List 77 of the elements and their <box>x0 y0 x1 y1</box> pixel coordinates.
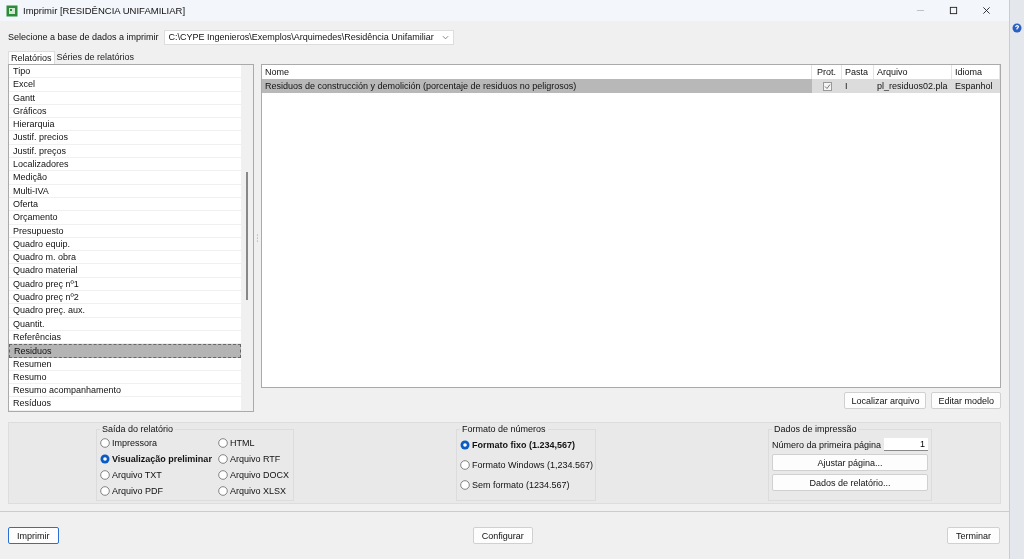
button[interactable]: Editar modelo <box>931 392 1001 409</box>
radio-button[interactable] <box>460 440 470 450</box>
list-item[interactable]: Resíduos <box>9 397 241 411</box>
radio-button[interactable] <box>460 480 470 490</box>
list-item[interactable]: Quadro preç nº2 <box>9 291 241 305</box>
radio-button[interactable] <box>100 470 110 480</box>
list-item[interactable]: Residuos <box>9 344 241 358</box>
list-item[interactable]: Hierarquia <box>9 118 241 132</box>
list-item[interactable]: Justif. precios <box>9 131 241 145</box>
radio-option[interactable]: Visualização preliminar <box>100 451 218 467</box>
group-title: Formato de números <box>460 424 548 435</box>
list-item[interactable]: Resumen <box>9 357 241 371</box>
radio-option[interactable]: Formato Windows (1,234.567) <box>460 455 592 475</box>
table-cell[interactable]: I <box>842 79 874 93</box>
button[interactable]: Ajustar página... <box>772 454 928 471</box>
radio-button[interactable] <box>460 460 470 470</box>
table-cell[interactable]: pl_residuos02.pla <box>874 79 952 93</box>
chevron-icon <box>441 34 449 40</box>
list-item[interactable]: Quadro material <box>9 264 241 278</box>
splitter-grip-icon[interactable] <box>256 234 259 242</box>
radio-button[interactable] <box>100 438 110 448</box>
list-item[interactable]: Resumo <box>9 370 241 385</box>
radio-button[interactable] <box>218 486 228 496</box>
list-item[interactable]: Quadro equip. <box>9 237 241 252</box>
radio-option[interactable]: Arquivo XLSX <box>218 483 290 499</box>
group-title: Saída do relatório <box>100 424 176 435</box>
list-item[interactable]: Resumo acompanhamento <box>9 384 241 398</box>
radio-option[interactable]: Arquivo DOCX <box>218 467 290 483</box>
radio-button[interactable] <box>100 454 110 464</box>
radio-button[interactable] <box>218 470 228 480</box>
group-title: Dados de impressão <box>772 424 859 435</box>
button[interactable]: Terminar <box>946 527 1000 544</box>
radio-option[interactable]: Impressora <box>100 435 218 451</box>
close-icon[interactable] <box>982 6 991 15</box>
list-item[interactable]: Medição <box>9 171 241 185</box>
field-label: Selecione a base de dados a imprimir <box>8 32 159 42</box>
list-item[interactable]: Quadro preç nº1 <box>9 277 241 292</box>
list-item[interactable]: Quantit. <box>9 317 241 331</box>
app-icon <box>6 4 18 17</box>
list-item[interactable]: Orçamento <box>9 211 241 225</box>
list-item[interactable]: Quadro m. obra <box>9 251 241 265</box>
list-item[interactable]: Presupuesto <box>9 224 241 238</box>
list-item[interactable]: Quadro preç. aux. <box>9 304 241 318</box>
radio-option[interactable]: Arquivo PDF <box>100 483 218 499</box>
list-item[interactable]: Multi-IVA <box>9 184 241 198</box>
list-item[interactable]: Gantt <box>9 91 241 105</box>
report-type-list[interactable] <box>8 64 254 412</box>
column-header: Tipo <box>9 65 241 79</box>
table-cell[interactable]: Espanhol <box>952 79 1000 93</box>
radio-button[interactable] <box>218 438 228 448</box>
scrollbar-thumb[interactable] <box>246 172 248 300</box>
radio-option[interactable]: HTML <box>218 435 290 451</box>
radio-option[interactable]: Formato fixo (1.234,567) <box>460 435 592 455</box>
tab[interactable]: Relatórios <box>8 51 55 64</box>
list-item[interactable]: Localizadores <box>9 158 241 172</box>
radio-button[interactable] <box>100 486 110 496</box>
button[interactable]: Imprimir <box>8 527 59 544</box>
radio-button[interactable] <box>218 454 228 464</box>
maximize-icon[interactable] <box>949 6 958 15</box>
list-item[interactable]: Justif. preços <box>9 144 241 159</box>
window-title: Imprimir [RESIDÊNCIA UNIFAMILIAR] <box>23 5 187 16</box>
list-item[interactable]: Oferta <box>9 197 241 212</box>
button[interactable]: Dados de relatório... <box>772 474 928 491</box>
radio-option[interactable]: Arquivo RTF <box>218 451 290 467</box>
tab[interactable]: Séries de relatórios <box>54 51 137 64</box>
database-dropdown[interactable]: C:\CYPE Ingenieros\Exemplos\Arquimedes\Residência Unifamiliar <box>163 29 454 45</box>
button[interactable]: Configurar <box>472 527 533 544</box>
radio-option[interactable]: Sem formato (1234.567) <box>460 475 592 495</box>
button[interactable]: Localizar arquivo <box>844 392 927 409</box>
field-label: Número da primeira página <box>772 439 882 450</box>
table-cell[interactable]: Residuos de construcción y demolición (porcentaje de residuos no peligrosos) <box>262 79 812 93</box>
help-icon[interactable] <box>1012 23 1022 33</box>
list-item[interactable]: Excel <box>9 78 241 92</box>
page-number-field[interactable]: 1 <box>884 438 928 451</box>
radio-option[interactable]: Arquivo TXT <box>100 467 218 483</box>
scrollbar[interactable] <box>241 65 253 411</box>
list-item[interactable]: Gráficos <box>9 104 241 119</box>
